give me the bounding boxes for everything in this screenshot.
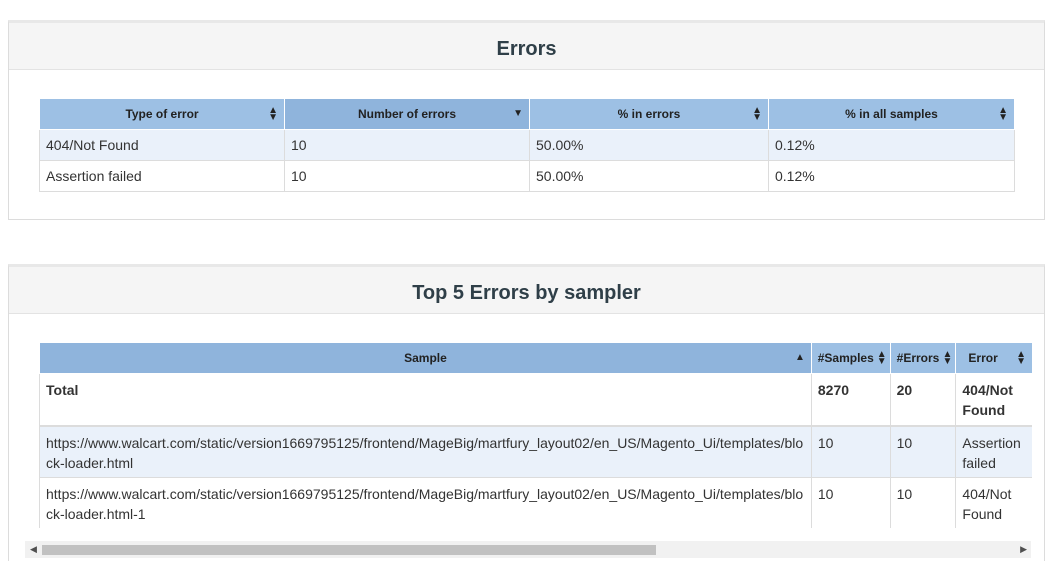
top5-errors-panel: Top 5 Errors by sampler Sample ▲ #Sample… [8, 264, 1045, 561]
col-label: Number of errors [357, 107, 457, 121]
col-label: #Samples [817, 351, 874, 365]
cell-errors: 10 [889, 425, 957, 478]
cell-samples: 10 [810, 477, 891, 528]
table-row: 404/Not Found 10 50.00% 0.12% [39, 129, 1015, 161]
col-label: #Errors [896, 351, 940, 365]
top5-table: Sample ▲ #Samples ▲ ▼ #Errors ▲ ▼ Error ▲ ▼ [39, 342, 1032, 528]
cell-samples: 8270 [810, 373, 891, 427]
cell-sample: https://www.walcart.com/static/version16… [39, 477, 812, 528]
cell-type: 404/Not Found [39, 129, 285, 161]
cell-error: 404/Not Found [955, 477, 1032, 528]
top5-title: Top 5 Errors by sampler [9, 267, 1044, 314]
col-label: % in all samples [845, 107, 938, 121]
top5-scroll-area[interactable]: Sample ▲ #Samples ▲ ▼ #Errors ▲ ▼ Error ▲ ▼ [39, 342, 1032, 528]
col-number-of-errors[interactable]: Number of errors ▼ [284, 98, 530, 130]
errors-table: Type of error ▲ ▼ Number of errors ▼ % in… [39, 98, 1015, 192]
horizontal-scrollbar[interactable]: ◀ ▶ [25, 541, 1031, 558]
col-type-of-error[interactable]: Type of error ▲ ▼ [39, 98, 285, 130]
sort-both-icon: ▲ ▼ [1016, 349, 1026, 367]
cell-error: Assertion failed [955, 425, 1032, 478]
cell-error: 404/Not Found [955, 373, 1032, 427]
col-samples[interactable]: #Samples ▲ ▼ [810, 342, 891, 374]
sort-both-icon: ▲ ▼ [942, 349, 953, 367]
cell-errors: 10 [889, 477, 957, 528]
errors-title: Errors [9, 23, 1044, 70]
cell-pct-all: 0.12% [768, 129, 1015, 161]
cell-type: Assertion failed [39, 160, 285, 192]
col-label: Sample [404, 351, 447, 365]
table-row: https://www.walcart.com/static/version16… [39, 477, 1032, 528]
cell-sample: https://www.walcart.com/static/version16… [39, 425, 812, 478]
scroll-right-arrow-icon[interactable]: ▶ [1020, 544, 1027, 555]
col-pct-in-all-samples[interactable]: % in all samples ▲ ▼ [768, 98, 1015, 130]
cell-sample: Total [39, 373, 812, 427]
sort-both-icon: ▲ ▼ [268, 105, 278, 123]
col-errors[interactable]: #Errors ▲ ▼ [889, 342, 957, 374]
sort-asc-icon: ▲ [794, 352, 805, 363]
col-pct-in-errors[interactable]: % in errors ▲ ▼ [529, 98, 769, 130]
sort-both-icon: ▲ ▼ [998, 105, 1008, 123]
sort-desc-icon: ▼ [513, 108, 523, 119]
errors-panel: Errors Type of error ▲ ▼ Number of errors… [8, 20, 1045, 220]
sort-both-icon: ▲ ▼ [752, 105, 762, 123]
cell-count: 10 [284, 160, 530, 192]
cell-errors: 20 [889, 373, 957, 427]
col-label: Error [968, 351, 998, 365]
scroll-left-arrow-icon[interactable]: ◀ [30, 544, 37, 555]
cell-pct-errors: 50.00% [529, 129, 769, 161]
col-label: Type of error [125, 107, 199, 121]
scrollbar-thumb[interactable] [42, 545, 656, 555]
cell-pct-errors: 50.00% [529, 160, 769, 192]
col-label: % in errors [617, 107, 681, 121]
cell-samples: 10 [810, 425, 891, 478]
cell-pct-all: 0.12% [768, 160, 1015, 192]
total-row: Total 8270 20 404/Not Found [39, 373, 1032, 427]
sort-both-icon: ▲ ▼ [876, 349, 887, 367]
col-sample[interactable]: Sample ▲ [39, 342, 812, 374]
cell-count: 10 [284, 129, 530, 161]
table-row: https://www.walcart.com/static/version16… [39, 425, 1032, 478]
col-error[interactable]: Error ▲ ▼ [955, 342, 1032, 374]
table-row: Assertion failed 10 50.00% 0.12% [39, 160, 1015, 192]
